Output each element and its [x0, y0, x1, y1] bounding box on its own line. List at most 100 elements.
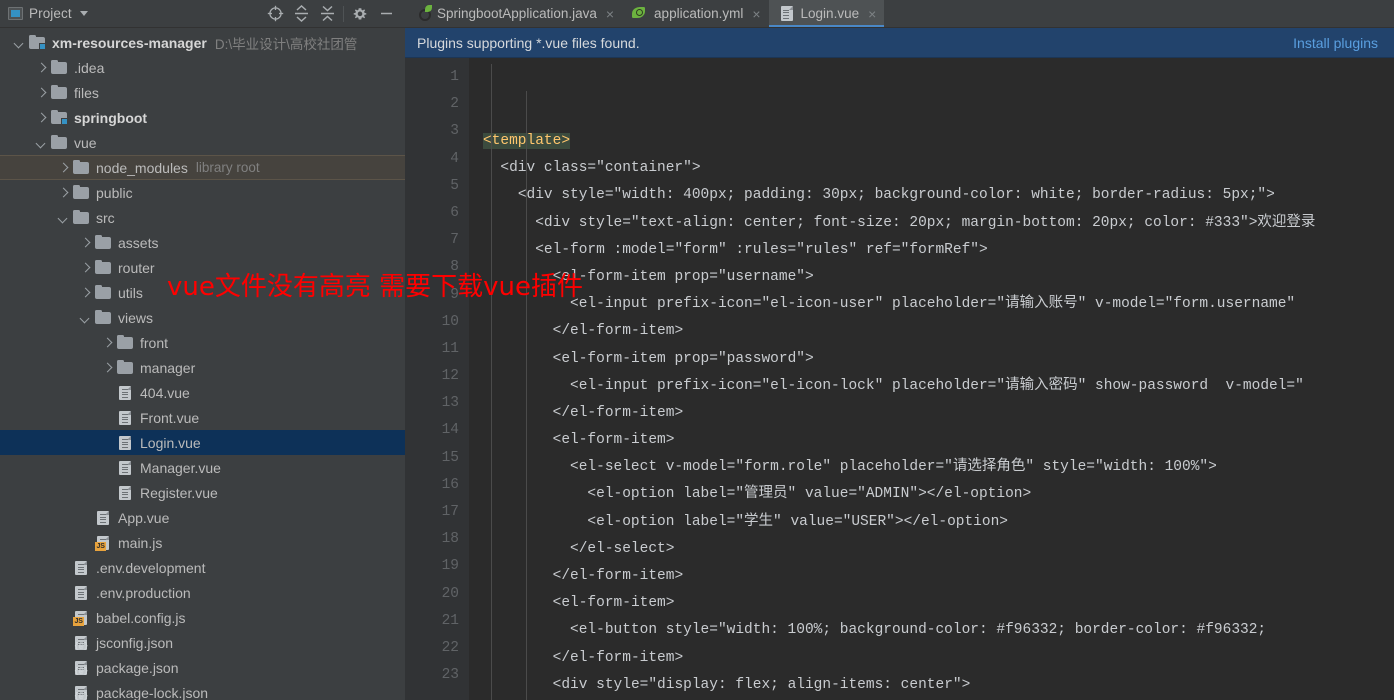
line-number: 18 [441, 531, 459, 548]
chevron-right-icon[interactable] [36, 112, 47, 123]
folder-icon [51, 84, 68, 100]
chevron-right-icon[interactable] [80, 262, 91, 273]
code-line-text: <el-option label="管理员" value="ADMIN"></e… [587, 486, 1032, 503]
tree-item-jsconfig-json[interactable]: {@} jsconfig.json [0, 630, 405, 655]
no-arrow-spacer [58, 587, 69, 598]
tree-item-label: router [118, 259, 155, 276]
tree-item-public[interactable]: public [0, 180, 405, 205]
tree-item-404-vue[interactable]: 404.vue [0, 380, 405, 405]
tree-item-manager-vue[interactable]: Manager.vue [0, 455, 405, 480]
gear-icon[interactable] [347, 2, 373, 26]
chevron-right-icon[interactable] [36, 87, 47, 98]
folder-icon [95, 309, 112, 325]
folder-icon [29, 34, 46, 50]
file-icon [73, 560, 90, 575]
install-plugins-link[interactable]: Install plugins [1293, 35, 1378, 51]
tree-item-env-production[interactable]: .env.production [0, 580, 405, 605]
chevron-right-icon[interactable] [102, 337, 113, 348]
json-file-icon: {@} [73, 685, 90, 700]
code-content[interactable]: <template> <div class="container"> <div … [483, 58, 1394, 700]
code-line: </el-form-item> [483, 400, 1394, 427]
editor-tab-bar[interactable]: SpringbootApplication.java × application.y… [405, 0, 1394, 28]
code-line-text: </el-select> [570, 540, 675, 557]
collapse-all-icon[interactable] [314, 2, 340, 26]
code-line-text: <el-option label="学生" value="USER"></el-… [587, 513, 1008, 530]
line-number: 11 [441, 340, 459, 357]
chevron-down-icon[interactable] [80, 312, 91, 323]
code-line: <el-form-item prop="username"> [483, 264, 1394, 291]
ide-window: Project xm-resources-manager D:\毕业设计\高校社… [0, 0, 1394, 700]
chevron-right-icon[interactable] [58, 187, 69, 198]
code-line-text: <div style="display: flex; align-items: … [552, 676, 971, 693]
tree-item-app-vue[interactable]: App.vue [0, 505, 405, 530]
line-number: 21 [441, 612, 459, 629]
chevron-down-icon[interactable] [58, 212, 69, 223]
tree-item-front[interactable]: front [0, 330, 405, 355]
project-panel-title-group[interactable]: Project [8, 6, 88, 21]
tree-item-babel-config-js[interactable]: JS babel.config.js [0, 605, 405, 630]
tree-item-env-development[interactable]: .env.development [0, 555, 405, 580]
no-arrow-spacer [80, 512, 91, 523]
chevron-down-icon[interactable] [36, 137, 47, 148]
code-line: <el-form-item> [483, 590, 1394, 617]
no-arrow-spacer [102, 412, 113, 423]
tree-item-login-vue[interactable]: Login.vue [0, 430, 405, 455]
editor-tab-application-yml[interactable]: application.yml × [622, 0, 768, 27]
editor-tab-springbootapplication-java[interactable]: SpringbootApplication.java × [405, 0, 622, 27]
tree-item-label: .env.production [96, 584, 191, 601]
project-panel-header: Project [0, 0, 405, 28]
tree-item-main-js[interactable]: JS main.js [0, 530, 405, 555]
tab-close-icon[interactable]: × [868, 7, 876, 21]
tree-item-views[interactable]: views [0, 305, 405, 330]
chevron-right-icon[interactable] [58, 162, 69, 173]
tree-item-front-vue[interactable]: Front.vue [0, 405, 405, 430]
code-editor[interactable]: 1234567891011121314151617181920212223 <t… [405, 58, 1394, 700]
locate-icon[interactable] [262, 2, 288, 26]
code-line: <el-input prefix-icon="el-icon-user" pla… [483, 291, 1394, 318]
chevron-down-icon[interactable] [79, 11, 88, 16]
json-file-icon: {@} [73, 660, 90, 676]
chevron-down-icon[interactable] [14, 37, 25, 48]
tree-item-files[interactable]: files [0, 80, 405, 105]
chevron-right-icon[interactable] [102, 362, 113, 373]
editor-tab-login-vue[interactable]: Login.vue × [768, 0, 885, 27]
tree-item-manager[interactable]: manager [0, 355, 405, 380]
spring-java-icon [415, 4, 432, 22]
chevron-right-icon[interactable] [80, 237, 91, 248]
tree-item-vue[interactable]: vue [0, 130, 405, 155]
tree-item-idea[interactable]: .idea [0, 55, 405, 80]
tree-item-label: App.vue [118, 509, 170, 526]
line-number: 7 [450, 232, 459, 249]
expand-all-icon[interactable] [288, 2, 314, 26]
tree-item-xm-resources-manager[interactable]: xm-resources-manager D:\毕业设计\高校社团管 [0, 30, 405, 55]
code-line-text: </el-form-item> [552, 323, 684, 340]
code-line: <el-button style="width: 100%; backgroun… [483, 617, 1394, 644]
no-arrow-spacer [102, 487, 113, 498]
tree-item-register-vue[interactable]: Register.vue [0, 480, 405, 505]
tab-close-icon[interactable]: × [752, 7, 760, 21]
tree-item-label: manager [140, 359, 196, 376]
tree-item-assets[interactable]: assets [0, 230, 405, 255]
folder-icon [51, 59, 68, 75]
chevron-right-icon[interactable] [80, 287, 91, 298]
javascript-file-icon: JS [73, 610, 90, 626]
line-number: 17 [441, 504, 459, 520]
tree-item-package-lock-json[interactable]: {@} package-lock.json [0, 680, 405, 700]
no-arrow-spacer [58, 637, 69, 648]
code-line: </el-form-item> [483, 645, 1394, 672]
code-line-text: <el-input prefix-icon="el-icon-user" pla… [570, 296, 1296, 313]
code-line: <el-form-item prop="password"> [483, 346, 1394, 373]
code-line: </el-form-item> [483, 318, 1394, 345]
tree-item-springboot[interactable]: springboot [0, 105, 405, 130]
code-line-text: </el-form-item> [552, 404, 684, 421]
code-line-text: <el-form-item prop="password"> [552, 350, 814, 367]
project-tree[interactable]: xm-resources-manager D:\毕业设计\高校社团管 .idea fi… [0, 28, 405, 700]
tab-close-icon[interactable]: × [606, 7, 614, 21]
tree-item-package-json[interactable]: {@} package.json [0, 655, 405, 680]
chevron-right-icon[interactable] [36, 62, 47, 73]
tree-item-node-modules[interactable]: node_modules library root [0, 155, 405, 180]
hide-panel-icon[interactable] [373, 2, 399, 26]
tab-label: Login.vue [800, 6, 860, 21]
code-line-text: <div class="container"> [500, 160, 701, 177]
tree-item-src[interactable]: src [0, 205, 405, 230]
